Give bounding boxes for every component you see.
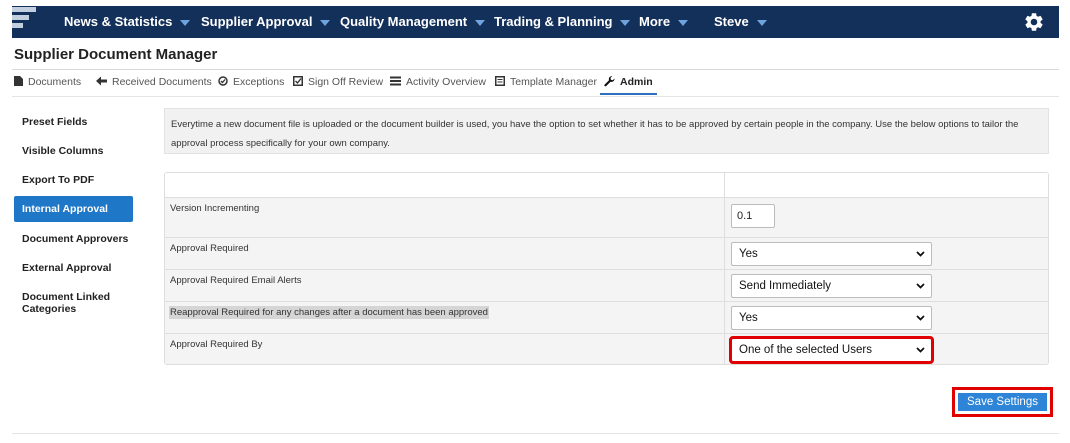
setting-label: Version Incrementing: [170, 203, 260, 214]
chevron-down-icon: [756, 19, 767, 26]
chevron-down-icon: [916, 347, 925, 353]
nav-supplier-approval[interactable]: Supplier Approval: [201, 6, 331, 38]
select-value: Send Immediately: [739, 280, 832, 292]
nav-user-steve[interactable]: Steve: [714, 6, 767, 38]
select-value: One of the selected Users: [739, 344, 872, 356]
settings-row-reapproval-required: Reapproval Required for any changes afte…: [165, 301, 1048, 333]
info-panel: Everytime a new document file is uploade…: [164, 108, 1049, 154]
setting-label: Reapproval Required for any changes afte…: [169, 306, 489, 319]
tab-label: Admin: [620, 76, 653, 88]
tab-label: Template Manager: [510, 76, 597, 88]
sidebar-item-document-linked-categories[interactable]: Document Linked Categories: [14, 291, 114, 315]
tab-template-manager[interactable]: Template Manager: [495, 71, 597, 95]
nav-quality-management[interactable]: Quality Management: [340, 6, 486, 38]
gear-icon[interactable]: [1023, 11, 1045, 33]
settings-header-row: [165, 173, 1048, 197]
tab-admin[interactable]: Admin: [600, 71, 657, 95]
nav-label: Trading & Planning: [494, 14, 613, 29]
divider: [12, 69, 1059, 70]
divider: [12, 433, 1059, 434]
setting-label: Approval Required: [170, 243, 249, 254]
settings-row-version-incrementing: Version Incrementing: [165, 197, 1048, 237]
list-icon: [390, 76, 401, 86]
tab-label: Activity Overview: [406, 76, 486, 88]
nav-label: More: [639, 14, 671, 29]
nav-news-statistics[interactable]: News & Statistics: [64, 6, 191, 38]
tab-received-documents[interactable]: Received Documents: [96, 71, 212, 95]
chevron-down-icon: [678, 19, 689, 26]
setting-label: Approval Required Email Alerts: [170, 275, 302, 286]
nav-label: News & Statistics: [64, 14, 173, 29]
sidebar-item-internal-approval[interactable]: Internal Approval: [14, 196, 133, 222]
chevron-down-icon: [916, 283, 925, 289]
approval-required-select[interactable]: Yes: [731, 242, 932, 266]
chevron-down-icon: [916, 251, 925, 257]
sidebar-item-visible-columns[interactable]: Visible Columns: [14, 145, 133, 157]
select-value: Yes: [739, 312, 758, 324]
chevron-down-icon: [475, 19, 486, 26]
select-value: Yes: [739, 248, 758, 260]
app-logo[interactable]: [12, 6, 36, 38]
email-alerts-select[interactable]: Send Immediately: [731, 274, 932, 298]
nav-label: Supplier Approval: [201, 14, 313, 29]
tab-label: Sign Off Review: [308, 76, 384, 88]
version-increment-input[interactable]: [731, 204, 775, 228]
chevron-down-icon: [620, 19, 631, 26]
tab-documents[interactable]: Documents: [14, 71, 81, 95]
document-icon: [14, 76, 23, 87]
tab-label: Exceptions: [233, 76, 285, 88]
reapproval-required-select[interactable]: Yes: [731, 306, 932, 330]
nav-trading-planning[interactable]: Trading & Planning: [494, 6, 631, 38]
sidebar-item-external-approval[interactable]: External Approval: [14, 262, 133, 274]
settings-row-approval-required: Approval Required Yes: [165, 237, 1048, 269]
settings-row-approval-required-by: Approval Required By One of the selected…: [165, 333, 1048, 364]
template-icon: [495, 76, 505, 87]
nav-label: Quality Management: [340, 14, 468, 29]
nav-label: Steve: [714, 14, 749, 29]
settings-row-email-alerts: Approval Required Email Alerts Send Imme…: [165, 269, 1048, 301]
check-circle-icon: [218, 76, 228, 86]
sidebar-item-export-to-pdf[interactable]: Export To PDF: [14, 174, 133, 186]
chevron-down-icon: [180, 19, 191, 26]
sidebar-item-preset-fields[interactable]: Preset Fields: [14, 116, 133, 128]
top-navigation-bar: News & Statistics Supplier Approval Qual…: [12, 6, 1059, 38]
wrench-icon: [604, 75, 615, 87]
check-square-icon: [293, 76, 303, 87]
save-settings-button[interactable]: Save Settings: [958, 393, 1047, 411]
approval-required-by-select[interactable]: One of the selected Users: [729, 336, 934, 364]
nav-more[interactable]: More: [639, 6, 689, 38]
divider: [12, 96, 1059, 97]
chevron-down-icon: [320, 19, 331, 26]
sidebar-item-document-approvers[interactable]: Document Approvers: [14, 233, 133, 245]
tab-label: Received Documents: [112, 76, 212, 88]
setting-label: Approval Required By: [170, 339, 263, 350]
page-title: Supplier Document Manager: [14, 46, 218, 63]
arrow-left-icon: [96, 76, 107, 86]
chevron-down-icon: [916, 315, 925, 321]
tab-exceptions[interactable]: Exceptions: [218, 71, 284, 95]
tab-activity-overview[interactable]: Activity Overview: [390, 71, 486, 95]
settings-table: Version Incrementing Approval Required Y…: [164, 172, 1049, 365]
tab-sign-off-review[interactable]: Sign Off Review: [293, 71, 383, 95]
tab-label: Documents: [28, 76, 82, 88]
